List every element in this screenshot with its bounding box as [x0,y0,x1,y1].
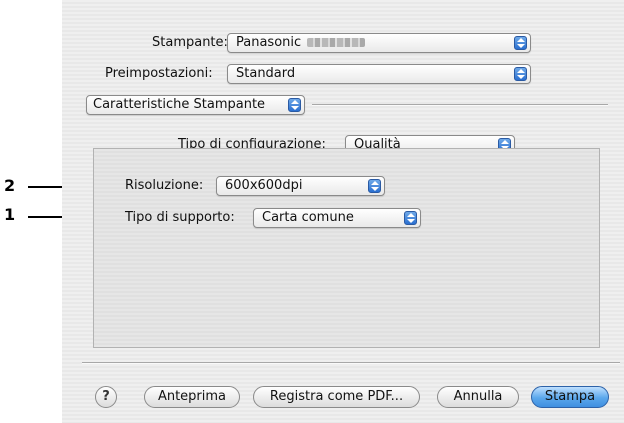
print-dialog: Stampante: Panasonic Preimpostazioni: St… [62,0,624,423]
media-label: Tipo di supporto: [125,210,235,225]
up-down-arrows-icon [288,98,301,112]
resolution-label: Risoluzione: [125,178,204,193]
section-value: Caratteristiche Stampante [93,97,266,112]
section-popup[interactable]: Caratteristiche Stampante [86,95,305,115]
media-value: Carta comune [262,210,354,225]
up-down-arrows-icon [514,36,527,50]
printer-value: Panasonic [236,35,302,50]
resolution-popup[interactable]: 600x600dpi [216,176,385,196]
up-down-arrows-icon [514,67,527,81]
up-down-arrows-icon [368,179,381,193]
printer-popup[interactable]: Panasonic [227,33,531,53]
help-button[interactable]: ? [95,386,117,408]
printer-model-redacted [307,38,366,47]
print-button[interactable]: Stampa [531,386,609,408]
bottom-separator [82,362,620,364]
printer-label: Stampante: [152,35,228,50]
media-popup[interactable]: Carta comune [253,208,421,228]
section-separator [312,104,608,106]
callout-1: 1 [4,205,16,224]
callout-2: 2 [4,176,16,195]
save-pdf-button[interactable]: Registra come PDF... [253,386,420,408]
resolution-value: 600x600dpi [225,178,303,193]
up-down-arrows-icon [404,211,417,225]
presets-label: Preimpostazioni: [105,66,213,81]
preview-button[interactable]: Anteprima [144,386,240,408]
presets-value: Standard [236,66,296,81]
presets-popup[interactable]: Standard [227,64,531,84]
cancel-button[interactable]: Annulla [437,386,519,408]
